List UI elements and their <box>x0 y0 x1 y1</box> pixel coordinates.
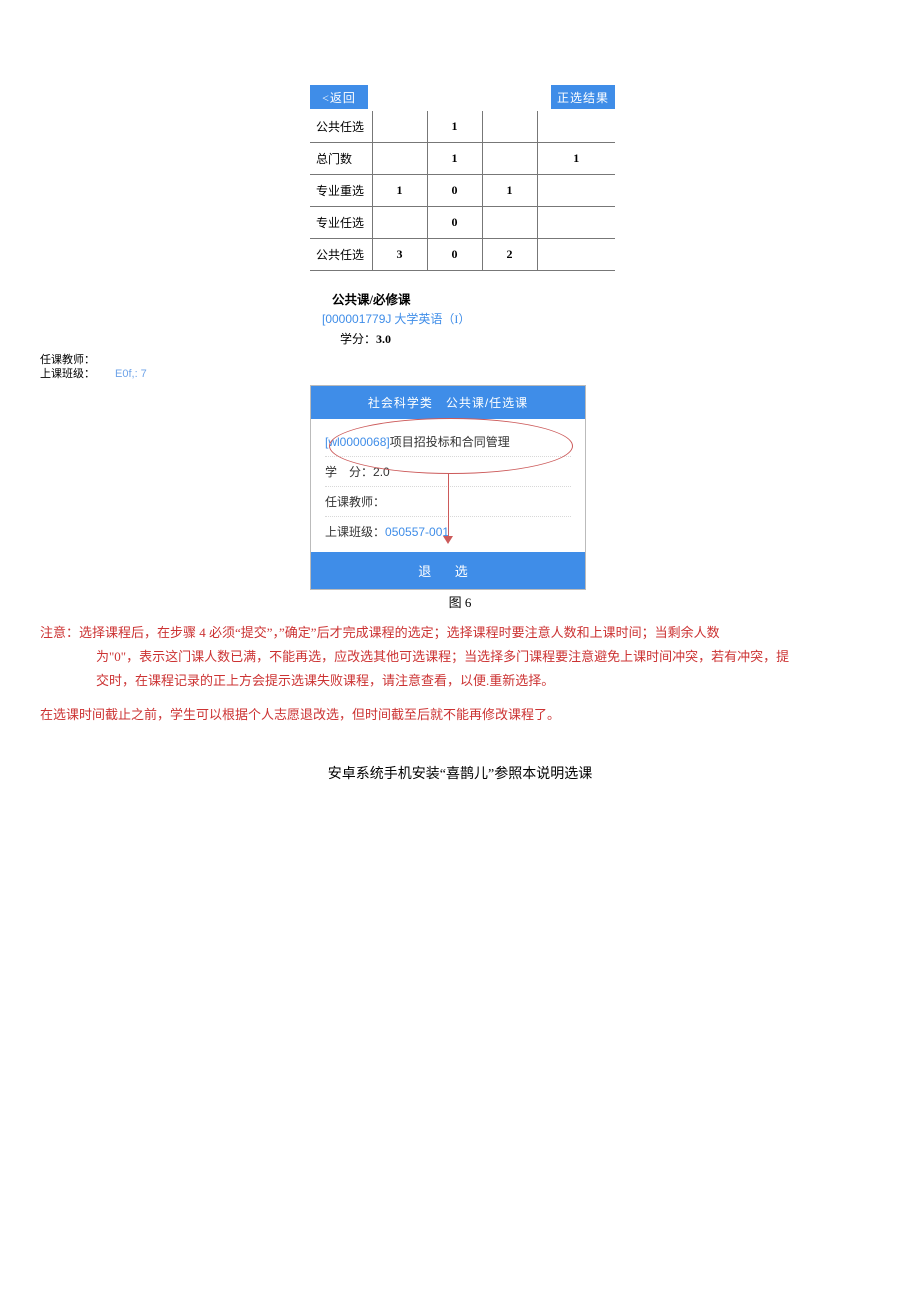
note-deadline: 在选课时间截止之前，学生可以根据个人志愿退改选，但时间截至后就不能再修改课程了。 <box>40 703 880 727</box>
class-value: E0f,: 7 <box>115 368 147 380</box>
card-class-row: 上课班级：050557-001 <box>325 517 571 546</box>
card-credit-label: 学 分： <box>325 465 373 479</box>
credit-line: 学分：3.0 <box>340 330 615 347</box>
left-info: 任课教师： 上课班级： E0f,: 7 <box>40 353 880 381</box>
card-credit-value: 2.0 <box>373 465 390 479</box>
selection-table: 公共任选 1 总门数 1 1 专业重选 1 0 1 专业任选 <box>310 111 615 271</box>
cell <box>537 239 615 271</box>
table-row: 专业重选 1 0 1 <box>310 175 615 207</box>
card-teacher-label: 任课教师： <box>325 495 385 509</box>
withdraw-button[interactable]: 退 选 <box>311 552 585 589</box>
cell: 1 <box>372 175 427 207</box>
credit-label: 学分： <box>340 332 376 346</box>
cell <box>482 207 537 239</box>
class-line: 上课班级： E0f,: 7 <box>40 367 880 381</box>
cell: 1 <box>427 143 482 175</box>
course-section-title: 公共课/必修课 <box>332 289 615 308</box>
card-course-row: [wl0000068]项目招投标和合同管理 <box>325 427 571 457</box>
row-label: 总门数 <box>310 143 372 175</box>
course-id: [000001779J <box>322 312 391 326</box>
note-line-1b: 为"0"，表示这门课人数已满，不能再选，应改选其他可选课程；当选择多门课程要注意… <box>40 645 880 669</box>
back-button[interactable]: <返回 <box>310 85 368 109</box>
row-label: 公共任选 <box>310 111 372 143</box>
cell <box>372 143 427 175</box>
row-label: 专业任选 <box>310 207 372 239</box>
credit-value: 3.0 <box>376 332 391 346</box>
table-row: 专业任选 0 <box>310 207 615 239</box>
cell: 1 <box>427 111 482 143</box>
card-header: 社会科学类 公共课/任选课 <box>311 386 585 419</box>
cell: 1 <box>482 175 537 207</box>
table-row: 公共任选 3 0 2 <box>310 239 615 271</box>
cell: 0 <box>427 175 482 207</box>
table-row: 公共任选 1 <box>310 111 615 143</box>
cell: 3 <box>372 239 427 271</box>
note-line-1c: 交时，在课程记录的正上方会提示选课失败课程，请注意查看，以便.重新选择。 <box>40 669 880 693</box>
cell <box>372 111 427 143</box>
course-name: 大学英语（I） <box>391 312 470 326</box>
cell <box>482 143 537 175</box>
cell <box>482 111 537 143</box>
row-label: 公共任选 <box>310 239 372 271</box>
topbar-spacer <box>368 85 551 109</box>
cell <box>537 175 615 207</box>
card-teacher-row: 任课教师： <box>325 487 571 517</box>
cell: 1 <box>537 143 615 175</box>
class-label: 上课班级： <box>40 368 95 380</box>
cell <box>537 207 615 239</box>
android-install-line: 安卓系统手机安装“喜鹊儿”参照本说明选课 <box>40 763 880 783</box>
card-class-label: 上课班级： <box>325 525 385 539</box>
card-class-value: 050557-001 <box>385 525 449 539</box>
cell: 0 <box>427 207 482 239</box>
note-line-1a: 注意：选择课程后，在步骤 4 必须“提交”，”确定”后才完成课程的选定；选择课程… <box>40 625 720 640</box>
card-course-name: 项目招投标和合同管理 <box>390 435 510 449</box>
row-label: 专业重选 <box>310 175 372 207</box>
course-id-line: [000001779J 大学英语（I） <box>322 310 615 327</box>
cell: 2 <box>482 239 537 271</box>
teacher-line: 任课教师： <box>40 353 880 367</box>
cell: 0 <box>427 239 482 271</box>
cell <box>537 111 615 143</box>
figure-caption: 图 6 <box>40 592 880 611</box>
note-warning: 注意：选择课程后，在步骤 4 必须“提交”，”确定”后才完成课程的选定；选择课程… <box>40 621 880 693</box>
cell <box>372 207 427 239</box>
mobile-card: 社会科学类 公共课/任选课 [wl0000068]项目招投标和合同管理 学 分：… <box>310 385 586 590</box>
table-row: 总门数 1 1 <box>310 143 615 175</box>
card-course-id: [wl0000068] <box>325 435 390 449</box>
card-credit-row: 学 分：2.0 <box>325 457 571 487</box>
result-button[interactable]: 正选结果 <box>551 85 615 109</box>
